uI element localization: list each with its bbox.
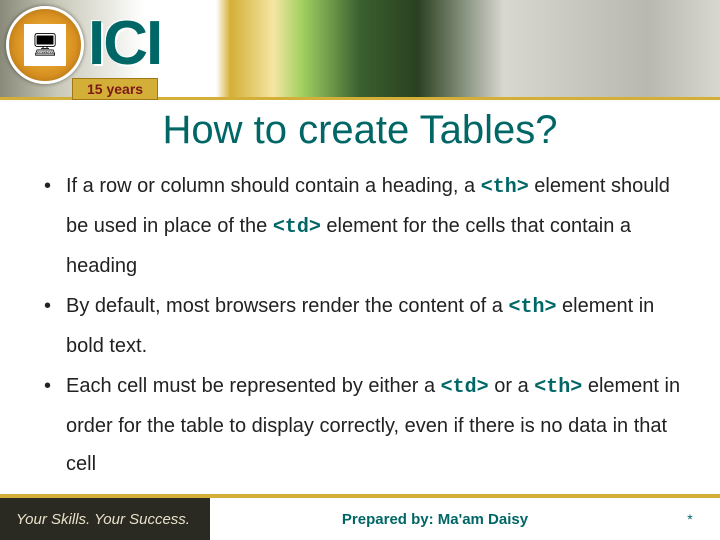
bullet-text: By default, most browsers render the con…: [66, 295, 508, 317]
code-th: <th>: [534, 376, 582, 399]
bullet-item: If a row or column should contain a head…: [38, 167, 682, 285]
code-th: <th>: [481, 176, 529, 199]
logo-text: ICI: [88, 8, 161, 79]
footer-marker: *: [660, 511, 720, 527]
slide-body: If a row or column should contain a head…: [0, 153, 720, 483]
slide-footer: Your Skills. Your Success. Prepared by: …: [0, 494, 720, 540]
bullet-text: If a row or column should contain a head…: [66, 175, 481, 197]
school-seal: 🖥: [6, 6, 84, 84]
bullet-item: Each cell must be represented by either …: [38, 367, 682, 483]
code-th: <th>: [508, 296, 556, 319]
bullet-text: Each cell must be represented by either …: [66, 375, 441, 397]
bullet-text: or a: [489, 375, 535, 397]
computer-icon: 🖥: [24, 24, 66, 66]
footer-credit: Prepared by: Ma'am Daisy: [210, 511, 660, 528]
anniversary-badge: 15 years: [72, 78, 158, 100]
footer-tagline: Your Skills. Your Success.: [0, 498, 210, 540]
header-banner: 🖥 ICI 15 years: [0, 0, 720, 100]
code-td: <td>: [441, 376, 489, 399]
code-td: <td>: [273, 216, 321, 239]
slide-title: How to create Tables?: [0, 108, 720, 153]
bullet-item: By default, most browsers render the con…: [38, 287, 682, 365]
